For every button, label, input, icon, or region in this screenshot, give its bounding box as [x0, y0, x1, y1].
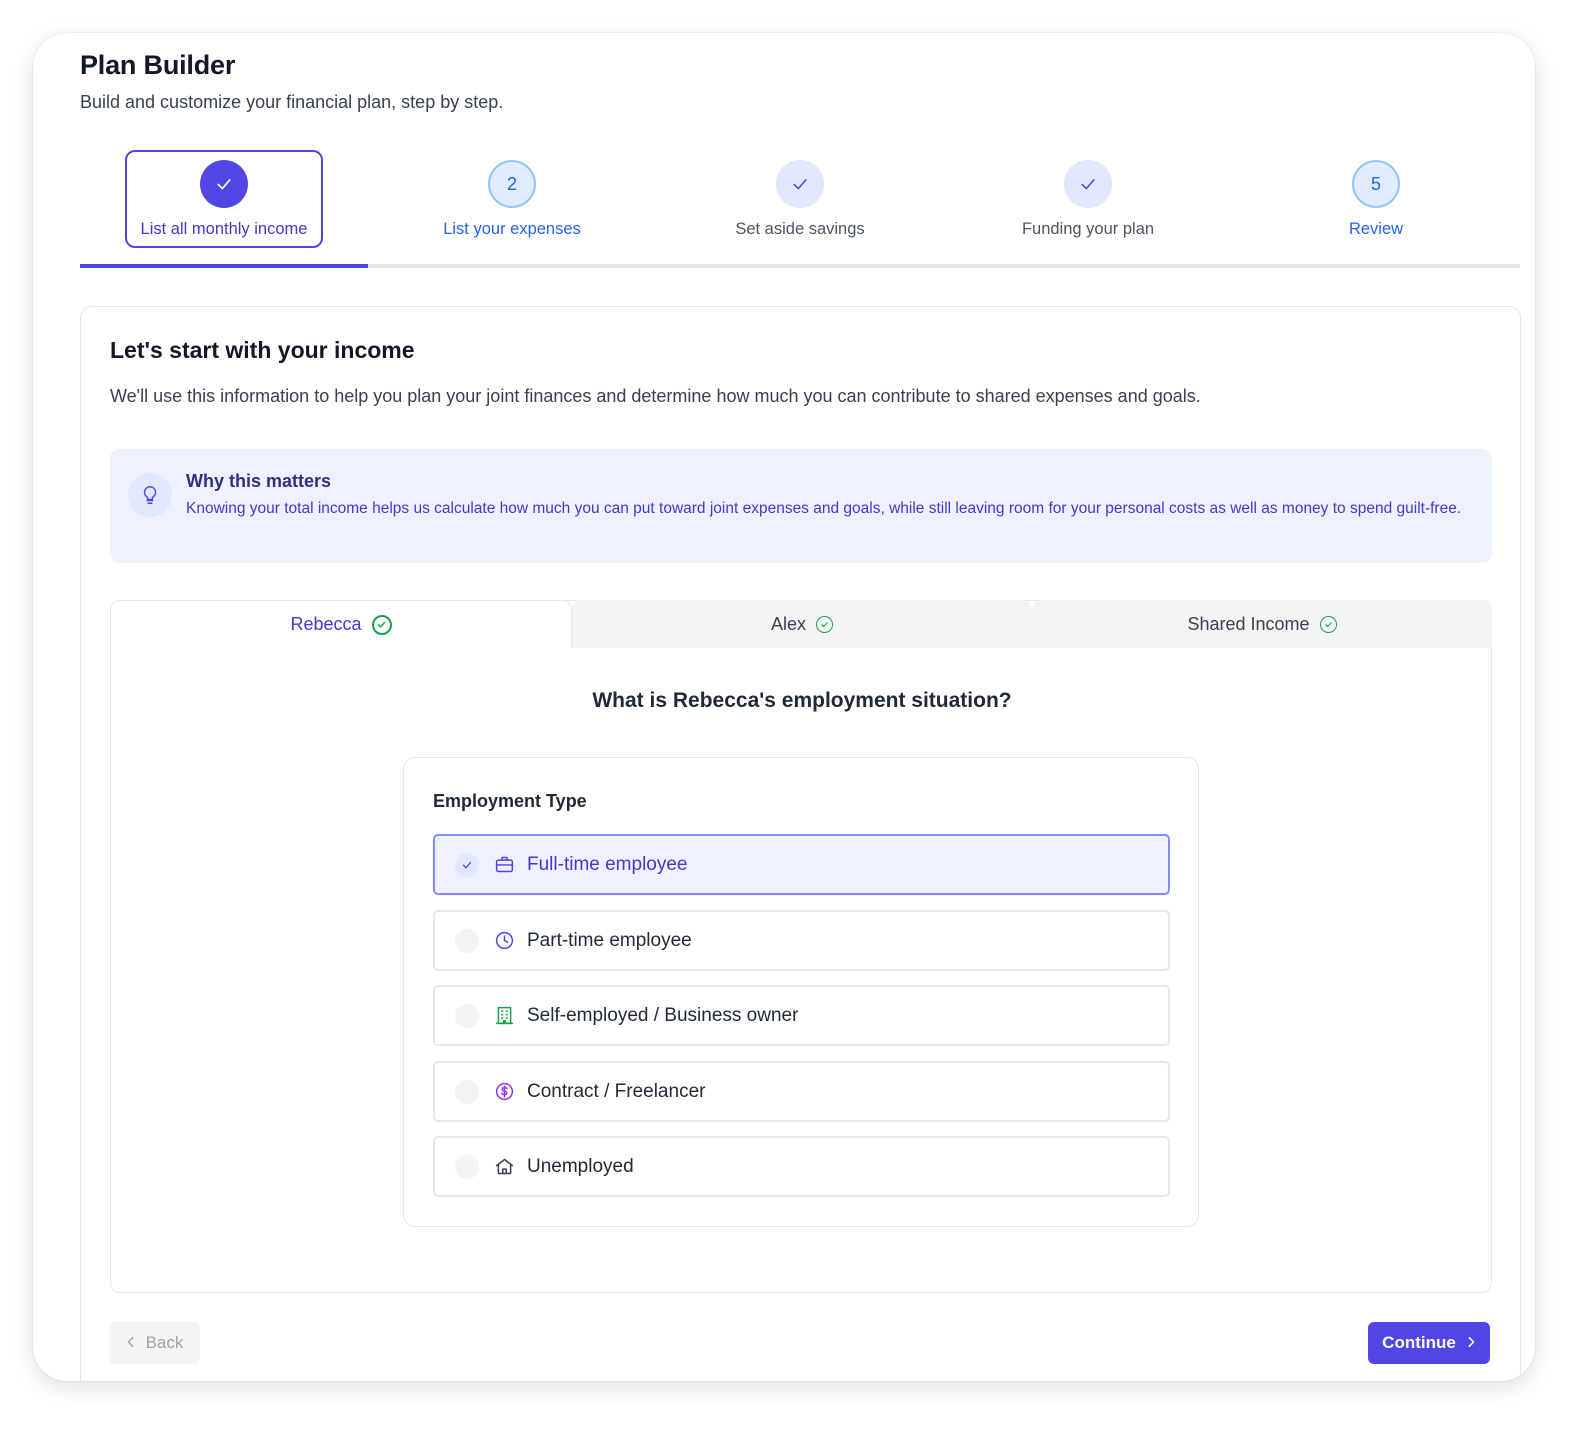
- section-description: We'll use this information to help you p…: [110, 386, 1201, 406]
- back-button[interactable]: Back: [109, 1322, 200, 1364]
- stepper: List all monthly income 2 List your expe…: [80, 150, 1520, 268]
- step-label: Review: [1348, 220, 1404, 238]
- page-title: Plan Builder: [80, 50, 236, 80]
- employment-type-card: Employment Type Full-time employee Part-…: [403, 757, 1199, 1227]
- section-title: Let's start with your income: [110, 337, 415, 363]
- lightbulb-icon: [128, 473, 172, 517]
- person-tab-bar: Rebecca Alex Shared Income: [110, 600, 1492, 648]
- option-part-time[interactable]: Part-time employee: [433, 910, 1170, 971]
- step-review[interactable]: 5 Review: [1232, 150, 1520, 268]
- step-label: List your expenses: [443, 220, 581, 238]
- radio-empty-icon: [455, 1079, 479, 1104]
- employment-type-label: Employment Type: [433, 791, 587, 811]
- step-label: Set aside savings: [735, 220, 865, 238]
- step-3-check-icon: [776, 160, 824, 208]
- option-label: Unemployed: [527, 1155, 634, 1177]
- step-expenses[interactable]: 2 List your expenses: [368, 150, 656, 268]
- step-number: 2: [488, 160, 536, 208]
- info-callout: Why this matters Knowing your total inco…: [110, 449, 1492, 563]
- option-unemployed[interactable]: Unemployed: [433, 1136, 1170, 1197]
- active-step-outline: [125, 150, 323, 248]
- radio-empty-icon: [455, 1003, 479, 1028]
- step-number: 5: [1352, 160, 1400, 208]
- option-label: Full-time employee: [527, 853, 688, 875]
- employment-question: What is Rebecca's employment situation?: [592, 689, 1012, 712]
- option-contract[interactable]: Contract / Freelancer: [433, 1061, 1170, 1122]
- dollar-circle-icon: [493, 1081, 515, 1103]
- chevron-left-icon: [126, 1333, 136, 1353]
- check-circle-icon: [371, 614, 392, 635]
- check-circle-icon: [1319, 615, 1337, 633]
- option-label: Self-employed / Business owner: [527, 1004, 799, 1026]
- check-circle-icon: [816, 615, 833, 633]
- building-icon: [493, 1005, 515, 1027]
- stepper-progress-track: [80, 264, 1520, 268]
- info-title: Why this matters: [186, 471, 332, 491]
- step-income[interactable]: List all monthly income: [80, 150, 368, 268]
- person-tabs-panel: Rebecca Alex Shared Income What is Rebec…: [110, 600, 1492, 1293]
- chevron-right-icon: [1466, 1333, 1476, 1353]
- tab-label: Rebecca: [290, 614, 362, 634]
- income-panel: Let's start with your income We'll use t…: [80, 306, 1521, 1381]
- back-label: Back: [145, 1333, 184, 1352]
- step-label: Funding your plan: [1021, 220, 1155, 238]
- step-4-check-icon: [1064, 160, 1112, 208]
- tab-alex[interactable]: Alex: [572, 600, 1032, 648]
- stepper-progress-fill: [80, 264, 368, 268]
- radio-empty-icon: [455, 1154, 479, 1179]
- info-text: Knowing your total income helps us calcu…: [186, 500, 1462, 517]
- step-savings[interactable]: Set aside savings: [656, 150, 944, 268]
- continue-button[interactable]: Continue: [1368, 1322, 1490, 1364]
- tab-shared-income[interactable]: Shared Income: [1032, 600, 1492, 648]
- tab-label: Alex: [770, 613, 806, 634]
- option-full-time[interactable]: Full-time employee: [433, 834, 1170, 895]
- tab-rebecca[interactable]: Rebecca: [110, 600, 572, 648]
- page-subtitle: Build and customize your financial plan,…: [80, 92, 504, 112]
- tab-label: Shared Income: [1187, 613, 1310, 634]
- radio-empty-icon: [455, 928, 479, 953]
- home-icon: [493, 1156, 515, 1178]
- clock-icon: [493, 930, 515, 952]
- option-label: Part-time employee: [527, 929, 692, 951]
- option-self-employed[interactable]: Self-employed / Business owner: [433, 985, 1170, 1046]
- option-label: Contract / Freelancer: [527, 1080, 706, 1102]
- plan-builder-card: Plan Builder Build and customize your fi…: [33, 33, 1535, 1381]
- continue-label: Continue: [1382, 1333, 1456, 1352]
- briefcase-icon: [493, 854, 515, 876]
- step-funding[interactable]: Funding your plan: [944, 150, 1232, 268]
- radio-checked-icon: [455, 852, 479, 877]
